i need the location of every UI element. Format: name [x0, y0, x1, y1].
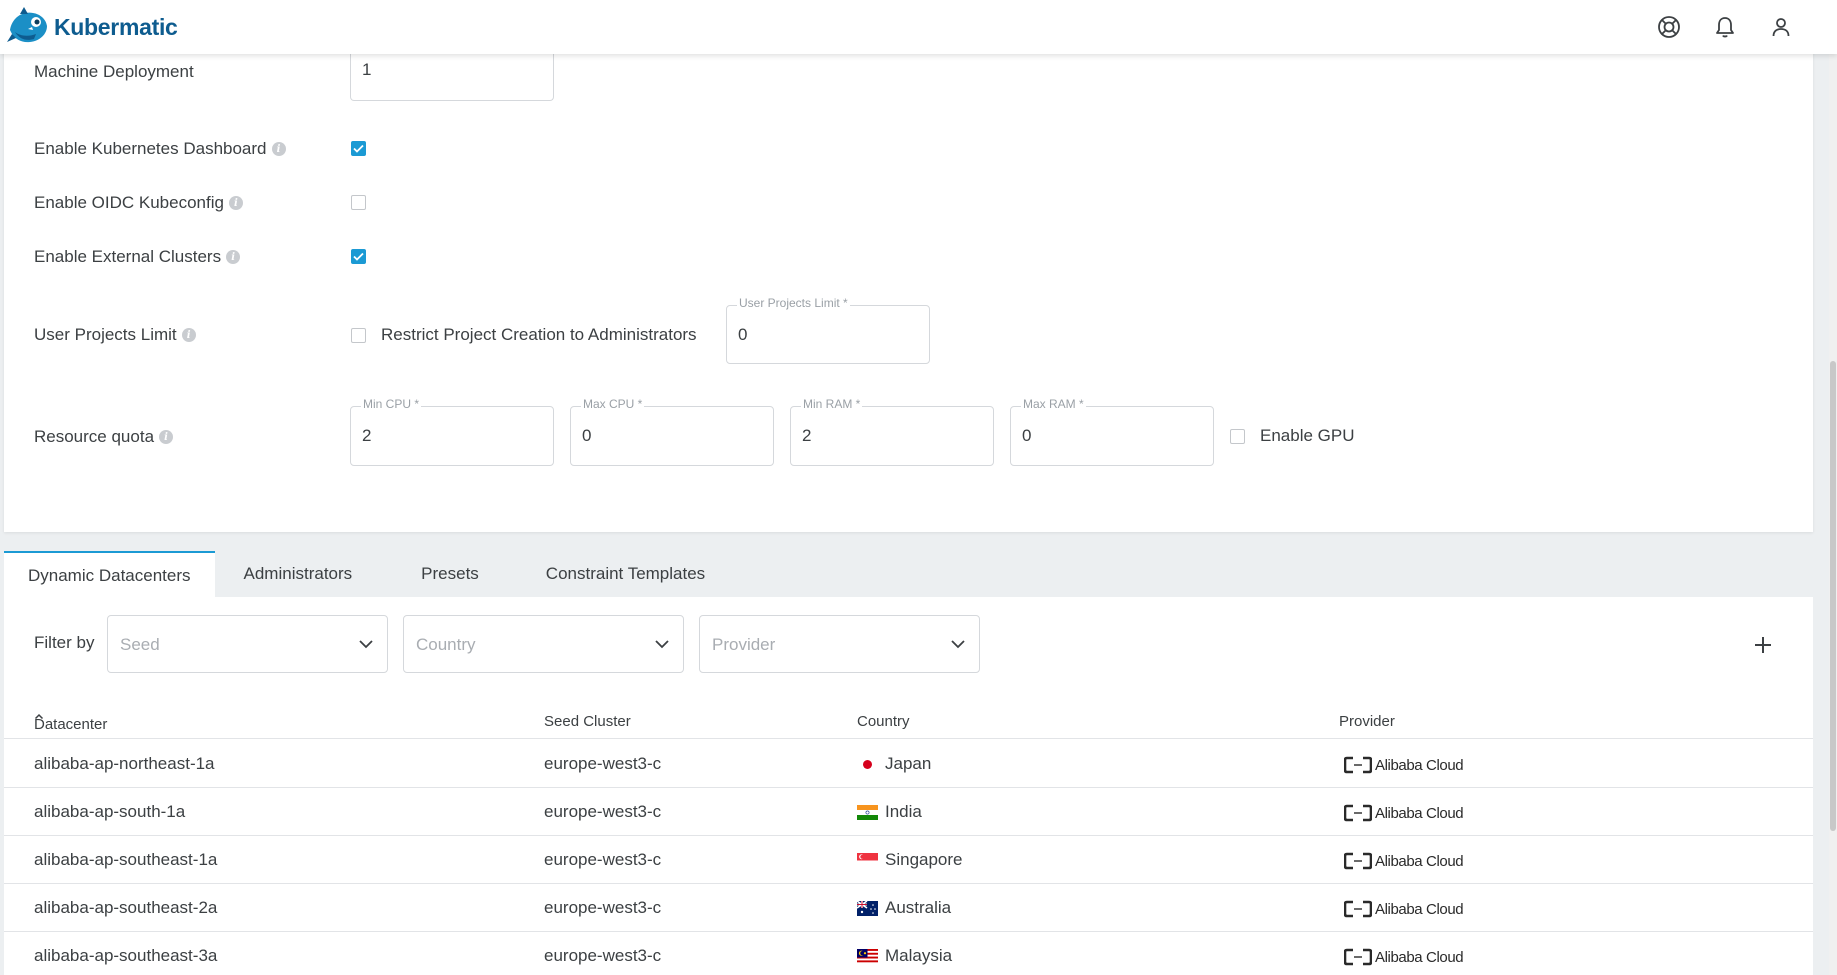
info-icon[interactable]: i	[271, 142, 286, 156]
seed-cluster-cell: europe-west3-c	[544, 898, 662, 917]
external-clusters-row-label: Enable External Clusters i	[34, 247, 241, 267]
column-header-country[interactable]: Country	[857, 713, 910, 730]
user-icon[interactable]	[1769, 15, 1793, 39]
oidc-kubeconfig-row-label: Enable OIDC Kubeconfig i	[34, 193, 243, 213]
machine-deployment-label: Machine Deployment	[34, 62, 194, 81]
singapore-flag-icon	[857, 852, 878, 868]
country-cell: Malaysia	[857, 946, 952, 966]
user-projects-limit-input[interactable]	[738, 306, 910, 363]
country-filter-placeholder: Country	[416, 635, 476, 654]
oidc-kubeconfig-checkbox[interactable]	[351, 195, 366, 210]
column-header-seed-cluster[interactable]: Seed Cluster	[544, 713, 631, 730]
bell-icon[interactable]	[1713, 15, 1737, 39]
table-row[interactable]: alibaba-ap-southeast-3a europe-west3-c M…	[4, 932, 1813, 975]
alibaba-cloud-logo-icon	[1344, 756, 1372, 774]
k8s-dashboard-row-label: Enable Kubernetes Dashboard i	[34, 139, 286, 159]
provider-cell: Alibaba Cloud	[1344, 804, 1464, 822]
country-cell: Australia	[857, 898, 951, 918]
alibaba-cloud-logo-icon	[1344, 900, 1372, 918]
chevron-down-icon	[951, 640, 965, 649]
top-bar: Kubermatic	[0, 0, 1837, 54]
india-flag-icon	[857, 804, 878, 820]
seed-cluster-cell: europe-west3-c	[544, 754, 662, 773]
table-row[interactable]: alibaba-ap-southeast-2a europe-west3-c A…	[4, 884, 1813, 932]
min-cpu-input[interactable]	[362, 407, 534, 465]
provider-cell: Alibaba Cloud	[1344, 852, 1464, 870]
alibaba-cloud-logo-icon	[1344, 852, 1372, 870]
tab-dynamic-datacenters[interactable]: Dynamic Datacenters	[4, 551, 215, 597]
max-cpu-input[interactable]	[582, 407, 754, 465]
table-row[interactable]: alibaba-ap-south-1a europe-west3-c India…	[4, 788, 1813, 836]
alibaba-cloud-logo-icon	[1344, 804, 1372, 822]
info-icon[interactable]: i	[226, 250, 241, 264]
page-scrollbar[interactable]	[1829, 54, 1837, 975]
country-cell: Japan	[857, 754, 931, 774]
seed-cluster-cell: europe-west3-c	[544, 802, 662, 821]
min-ram-input[interactable]	[802, 407, 974, 465]
datacenters-panel: Filter by Seed Country Provider Datacent…	[4, 597, 1813, 975]
datacenter-cell: alibaba-ap-south-1a	[34, 802, 186, 821]
restrict-project-creation-label: Restrict Project Creation to Administrat…	[381, 325, 697, 344]
admin-tabs: Dynamic Datacenters Administrators Prese…	[4, 551, 732, 597]
alibaba-cloud-logo-icon	[1344, 948, 1372, 966]
resource-quota-row-label: Resource quota i	[34, 427, 174, 447]
add-datacenter-button[interactable]	[1752, 634, 1774, 656]
table-row[interactable]: alibaba-ap-southeast-1a europe-west3-c S…	[4, 836, 1813, 884]
datacenter-cell: alibaba-ap-southeast-1a	[34, 850, 218, 869]
column-header-provider[interactable]: Provider	[1339, 713, 1395, 730]
seed-cluster-cell: europe-west3-c	[544, 946, 662, 965]
country-filter-select[interactable]: Country	[403, 615, 684, 673]
chevron-down-icon	[655, 640, 669, 649]
japan-flag-icon	[857, 756, 878, 772]
app-name: Kubermatic	[54, 13, 178, 40]
country-cell: India	[857, 802, 922, 822]
chevron-down-icon	[359, 640, 373, 649]
info-icon[interactable]: i	[181, 328, 196, 342]
user-projects-limit-field[interactable]: User Projects Limit *	[726, 296, 930, 364]
min-ram-field[interactable]: Min RAM *	[790, 397, 994, 466]
column-header-datacenter[interactable]: Datacenter	[34, 713, 107, 733]
min-cpu-field[interactable]: Min CPU *	[350, 397, 554, 466]
enable-gpu-label: Enable GPU	[1260, 426, 1355, 445]
user-projects-limit-row-label: User Projects Limit i	[34, 325, 196, 345]
info-icon[interactable]: i	[228, 196, 243, 210]
malaysia-flag-icon	[857, 948, 878, 964]
help-icon[interactable]	[1657, 15, 1681, 39]
logo[interactable]: Kubermatic	[6, 6, 178, 48]
kubermatic-logo-icon	[7, 7, 47, 43]
seed-filter-placeholder: Seed	[120, 635, 160, 654]
max-ram-input[interactable]	[1022, 407, 1194, 465]
max-ram-field[interactable]: Max RAM *	[1010, 397, 1214, 466]
australia-flag-icon	[857, 900, 878, 916]
checkmark-icon	[353, 252, 364, 261]
tab-administrators[interactable]: Administrators	[215, 551, 382, 597]
datacenter-cell: alibaba-ap-southeast-2a	[34, 898, 218, 917]
seed-cluster-cell: europe-west3-c	[544, 850, 662, 869]
provider-cell: Alibaba Cloud	[1344, 948, 1464, 966]
table-row[interactable]: alibaba-ap-northeast-1a europe-west3-c J…	[4, 740, 1813, 788]
tab-presets[interactable]: Presets	[381, 551, 519, 597]
external-clusters-checkbox[interactable]	[351, 249, 366, 264]
provider-filter-select[interactable]: Provider	[699, 615, 980, 673]
tab-constraint-templates[interactable]: Constraint Templates	[519, 551, 732, 597]
checkmark-icon	[353, 144, 364, 153]
scrollbar-thumb[interactable]	[1830, 361, 1836, 831]
max-cpu-field[interactable]: Max CPU *	[570, 397, 774, 466]
provider-filter-placeholder: Provider	[712, 635, 776, 654]
provider-cell: Alibaba Cloud	[1344, 756, 1464, 774]
seed-filter-select[interactable]: Seed	[107, 615, 388, 673]
filter-by-label: Filter by	[34, 633, 95, 652]
restrict-project-creation-checkbox[interactable]	[351, 328, 366, 343]
datacenters-table-header: Datacenter Seed Cluster Country Provider	[4, 710, 1813, 739]
provider-cell: Alibaba Cloud	[1344, 900, 1464, 918]
k8s-dashboard-checkbox[interactable]	[351, 141, 366, 156]
country-cell: Singapore	[857, 850, 963, 870]
enable-gpu-checkbox[interactable]	[1230, 429, 1245, 444]
datacenter-cell: alibaba-ap-southeast-3a	[34, 946, 218, 965]
global-settings-card: Machine Deployment Enable Kubernetes Das…	[4, 40, 1813, 532]
info-icon[interactable]: i	[159, 430, 174, 444]
datacenter-cell: alibaba-ap-northeast-1a	[34, 754, 215, 773]
